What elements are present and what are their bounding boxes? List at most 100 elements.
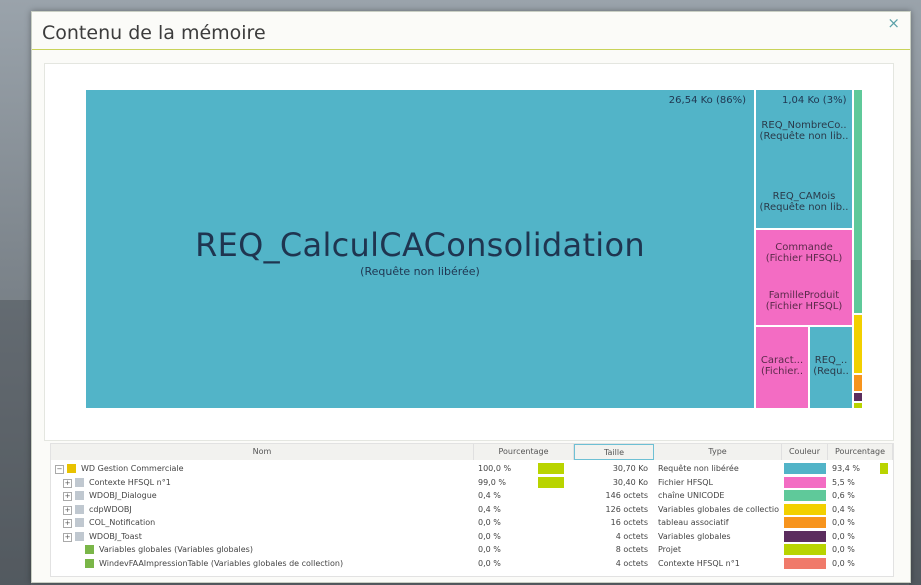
block-sublabel: (Requête non lib.. <box>759 202 849 213</box>
row-size: 126 octets <box>605 504 648 514</box>
column-header-pourcentage-2[interactable]: Pourcentage <box>828 444 893 460</box>
percentage-bar <box>538 463 564 474</box>
row-size: 16 octets <box>610 518 648 527</box>
legend-type: tableau associatif <box>658 518 729 527</box>
block-sublabel: (Requête non lib.. <box>759 131 849 142</box>
close-icon[interactable]: × <box>887 14 900 32</box>
treemap-block-small[interactable] <box>853 314 863 374</box>
row-size: 146 octets <box>605 491 648 500</box>
treemap-panel: REQ_CalculCAConsolidation (Requête non l… <box>44 63 894 441</box>
row-percentage: 0,4 % <box>478 491 501 500</box>
block-label: REQ_CAMois <box>772 191 836 202</box>
node-icon <box>75 531 84 541</box>
tree-toggle-icon[interactable]: + <box>63 505 72 515</box>
row-size: 30,40 Ko <box>612 477 648 487</box>
legend-type: Contexte HFSQL n°1 <box>658 558 740 568</box>
legend-type: Projet <box>658 545 681 554</box>
legend-color-swatch <box>784 517 826 528</box>
tree-toggle-icon[interactable]: + <box>63 478 72 488</box>
treemap-block-small[interactable] <box>853 89 863 314</box>
block-label: REQ_.. <box>814 355 848 366</box>
block-label: Caract... <box>760 355 804 366</box>
legend-type: Requête non libérée <box>658 464 739 473</box>
row-percentage: 0,0 % <box>478 545 501 554</box>
row-percentage: 99,0 % <box>478 477 506 487</box>
block-sublabel: (Fichier HFSQL) <box>765 301 843 312</box>
row-name: WDOBJ_Toast <box>89 531 142 541</box>
block-sublabel: (Requ.. <box>813 366 849 377</box>
background-building <box>0 300 31 585</box>
table-row[interactable]: WindevFAAImpressionTable (Variables glob… <box>51 557 893 570</box>
row-name: Contexte HFSQL n°1 <box>89 477 171 487</box>
table-row[interactable]: + COL_Notification 0,0 % 16 octets tableau a… <box>51 516 893 529</box>
block-sublabel: (Fichier HFSQL) <box>765 253 843 264</box>
table-row[interactable]: + Contexte HFSQL n°1 99,0 % 30,40 Ko Fichier… <box>51 476 893 489</box>
treemap-block-small[interactable] <box>853 374 863 392</box>
row-name: cdpWDOBJ <box>89 504 132 514</box>
node-icon <box>85 545 94 554</box>
table-row[interactable]: + WDOBJ_Dialogue 0,4 % 146 octets chaîne UNI… <box>51 489 893 502</box>
treemap-block-small[interactable] <box>853 392 863 402</box>
column-header-type[interactable]: Type <box>654 444 782 460</box>
block-label: REQ_NombreCo.. <box>761 120 847 131</box>
legend-percentage: 5,5 % <box>832 477 855 487</box>
column-header-nom[interactable]: Nom <box>51 444 474 460</box>
legend-color-swatch <box>784 463 826 474</box>
legend-color-swatch <box>784 544 826 555</box>
legend-percentage: 0,0 % <box>832 558 855 568</box>
legend-color-swatch <box>784 476 826 488</box>
percentage-bar <box>538 476 564 488</box>
column-header-pourcentage[interactable]: Pourcentage <box>474 444 574 460</box>
legend-type: Variables globales <box>658 531 731 541</box>
treemap-block[interactable]: 1,04 Ko (3%) REQ_NombreCo.. (Requête non… <box>755 89 853 229</box>
column-header-taille[interactable]: Taille <box>574 444 654 460</box>
row-name: WDOBJ_Dialogue <box>89 491 157 500</box>
row-size: 30,70 Ko <box>612 464 648 473</box>
legend-type: Fichier HFSQL <box>658 477 713 487</box>
block-label: FamilleProduit <box>768 290 840 301</box>
legend-percentage-bar <box>880 463 888 474</box>
row-percentage: 100,0 % <box>478 464 512 473</box>
row-percentage: 0,0 % <box>478 518 501 527</box>
tree-toggle-icon[interactable]: + <box>63 519 72 528</box>
title-divider <box>32 49 910 50</box>
legend-color-swatch <box>784 490 826 501</box>
treemap-block[interactable]: Caract... (Fichier.. <box>755 326 809 409</box>
legend-percentage: 0,4 % <box>832 504 855 514</box>
row-percentage: 0,0 % <box>478 531 501 541</box>
memory-window: Contenu de la mémoire × REQ_CalculCACons… <box>31 11 911 583</box>
table-row[interactable]: − WD Gestion Commerciale 100,0 % 30,70 Ko Re… <box>51 462 893 475</box>
treemap-main-name: REQ_CalculCAConsolidation <box>195 226 645 264</box>
table-row[interactable]: Variables globales (Variables globales) 0… <box>51 543 893 556</box>
row-size: 4 octets <box>615 531 648 541</box>
tree-toggle-icon[interactable]: + <box>63 492 72 501</box>
legend-color-swatch <box>784 503 826 515</box>
memory-table: Nom Pourcentage Taille Type Couleur Pour… <box>50 443 894 577</box>
treemap-main-size: 26,54 Ko (86%) <box>668 95 746 106</box>
treemap-block[interactable]: Commande (Fichier HFSQL) FamilleProduit … <box>755 229 853 326</box>
legend-percentage: 0,0 % <box>832 531 855 541</box>
node-icon <box>75 477 84 487</box>
node-icon <box>75 491 84 500</box>
legend-color-swatch <box>784 530 826 542</box>
row-size: 4 octets <box>615 558 648 568</box>
tree-toggle-icon[interactable]: + <box>63 532 72 542</box>
treemap-main-subtitle: (Requête non libérée) <box>360 265 480 278</box>
window-title: Contenu de la mémoire <box>42 22 266 44</box>
tree-toggle-icon[interactable]: − <box>55 465 64 474</box>
treemap-block-small[interactable] <box>853 402 863 409</box>
row-name: Variables globales (Variables globales) <box>99 545 253 554</box>
table-row[interactable]: + WDOBJ_Toast 0,0 % 4 octets Variables globa… <box>51 530 893 543</box>
project-icon <box>67 464 76 473</box>
block-sublabel: (Fichier.. <box>760 366 804 377</box>
column-header-couleur[interactable]: Couleur <box>782 444 828 460</box>
row-percentage: 0,0 % <box>478 558 501 568</box>
row-name: COL_Notification <box>89 518 156 527</box>
legend-type: Variables globales de collectio <box>658 504 779 514</box>
row-size: 8 octets <box>615 545 648 554</box>
legend-percentage: 0,6 % <box>832 491 855 500</box>
treemap-block[interactable]: REQ_.. (Requ.. <box>809 326 853 409</box>
table-row[interactable]: + cdpWDOBJ 0,4 % 126 octets Variables global… <box>51 503 893 516</box>
node-icon <box>85 558 94 568</box>
treemap-block-main[interactable]: REQ_CalculCAConsolidation (Requête non l… <box>85 89 755 409</box>
